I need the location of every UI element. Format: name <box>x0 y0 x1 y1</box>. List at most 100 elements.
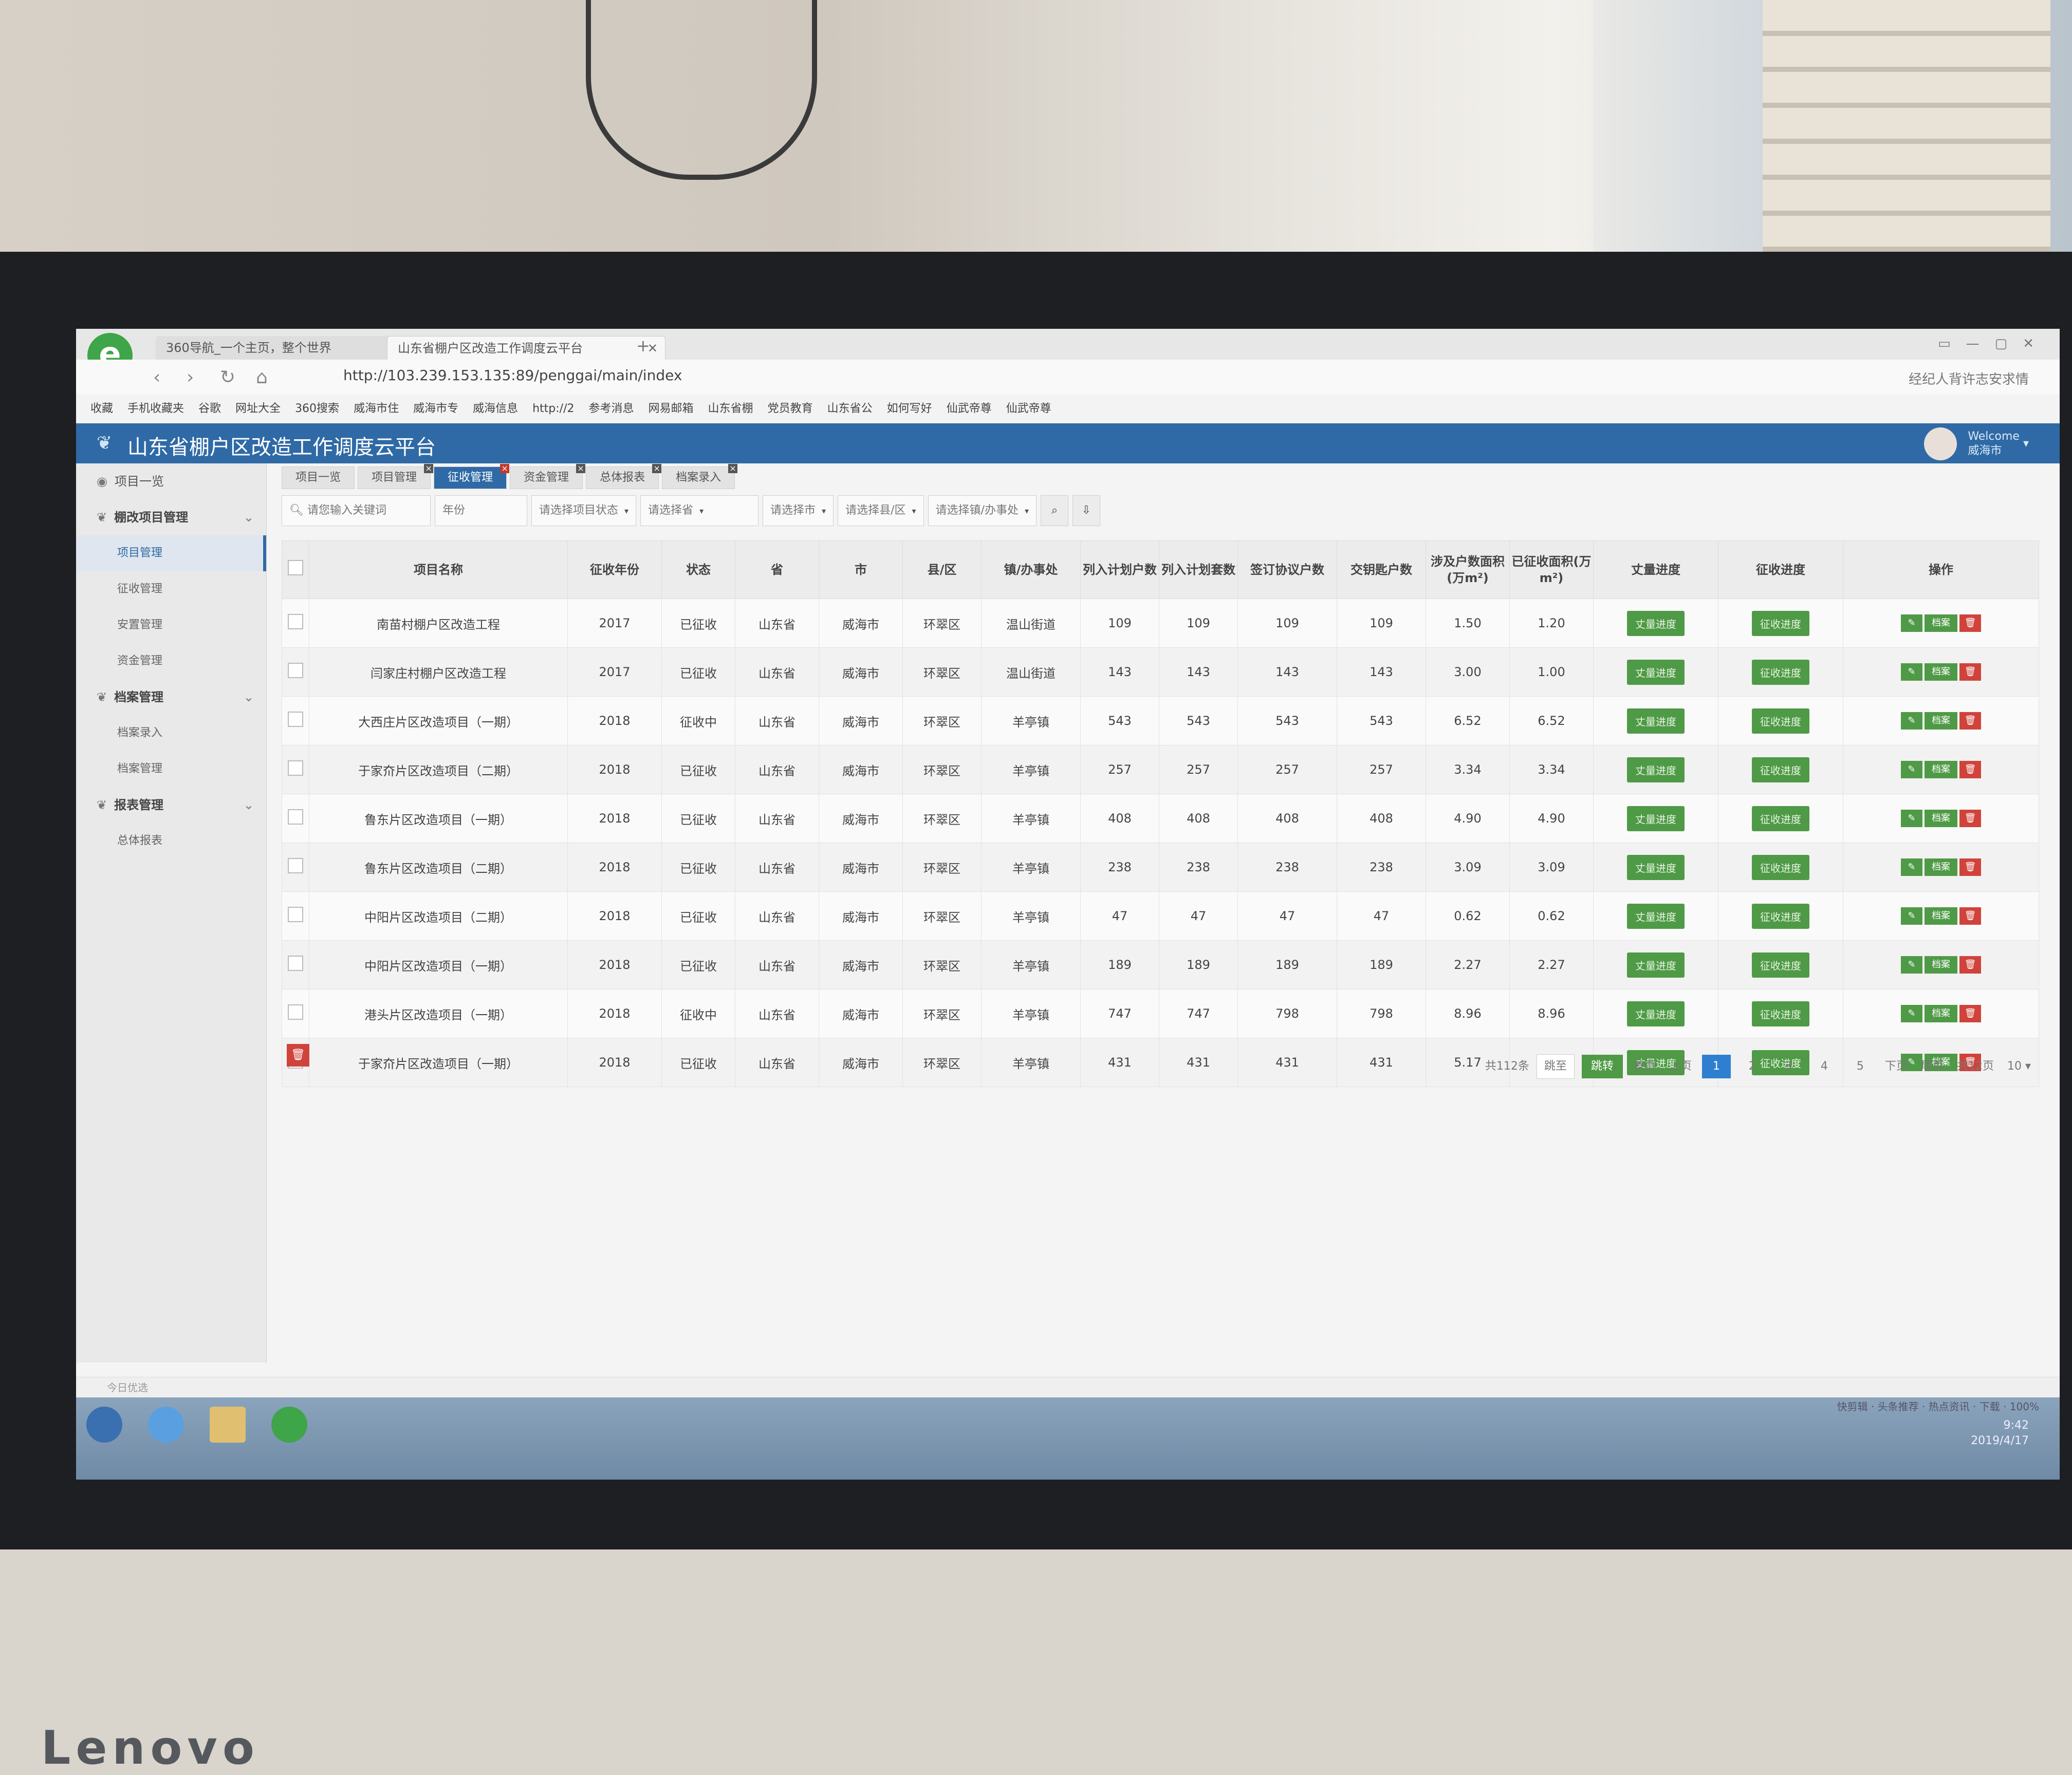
bookmark-item[interactable]: 山东省公 <box>827 395 873 423</box>
sidebar-item-project-management[interactable]: 项目管理 <box>76 535 266 571</box>
news-ticker[interactable]: 经纪人背许志安求情 <box>1909 369 2029 388</box>
collection-progress-button[interactable]: 征收进度 <box>1752 806 1809 831</box>
tab-project[interactable]: 项目管理 × <box>358 464 434 489</box>
delete-icon[interactable]: 🗑︎ <box>1959 761 1981 778</box>
delete-selected-button[interactable]: 🗑︎ <box>287 1044 309 1067</box>
jump-button[interactable]: 跳转 <box>1581 1055 1623 1078</box>
new-tab-icon[interactable]: + <box>636 336 650 356</box>
back-icon[interactable]: ‹ <box>153 367 160 388</box>
sidebar-group-project[interactable]: ❦ 棚改项目管理 ⌄ <box>76 499 266 535</box>
bookmark-item[interactable]: 威海市专 <box>413 395 458 423</box>
row-checkbox[interactable] <box>288 712 303 727</box>
bookmark-item[interactable]: 360搜索 <box>295 395 339 423</box>
delete-icon[interactable]: 🗑︎ <box>1959 712 1981 730</box>
status-item[interactable]: 下载 <box>1979 1400 2000 1413</box>
window-controls[interactable]: ▭—▢✕ <box>1938 336 2049 351</box>
status-item[interactable]: 快剪辑 <box>1837 1400 1868 1413</box>
archive-button[interactable]: 档案 <box>1925 858 1957 876</box>
measure-progress-button[interactable]: 丈量进度 <box>1627 708 1685 734</box>
export-icon[interactable]: ⇩ <box>1072 495 1100 526</box>
archive-button[interactable]: 档案 <box>1925 1005 1957 1022</box>
measure-progress-button[interactable]: 丈量进度 <box>1627 1001 1685 1026</box>
archive-button[interactable]: 档案 <box>1925 614 1957 632</box>
collection-progress-button[interactable]: 征收进度 <box>1752 1001 1809 1026</box>
sidebar-item-resettlement[interactable]: 安置管理 <box>76 607 266 643</box>
town-select[interactable]: 请选择镇/办事处 ▾ <box>928 495 1037 526</box>
edit-icon[interactable]: ✎ <box>1901 712 1922 730</box>
edit-icon[interactable]: ✎ <box>1901 1005 1922 1022</box>
bookmark-item[interactable]: 收藏 <box>90 395 113 423</box>
prev-page-button[interactable]: 上页 <box>1666 1055 1695 1078</box>
sidebar-item-archive-entry[interactable]: 档案录入 <box>76 715 266 751</box>
row-checkbox[interactable] <box>288 760 303 776</box>
measure-progress-button[interactable]: 丈量进度 <box>1627 610 1685 636</box>
delete-icon[interactable]: 🗑︎ <box>1959 858 1981 876</box>
city-select[interactable]: 请选择市 ▾ <box>763 495 834 526</box>
collection-progress-button[interactable]: 征收进度 <box>1752 659 1809 685</box>
delete-icon[interactable]: 🗑︎ <box>1959 907 1981 925</box>
sidebar-item-funds[interactable]: 资金管理 <box>76 643 266 679</box>
browser-taskbar-icon[interactable] <box>271 1407 307 1443</box>
delete-icon[interactable]: 🗑︎ <box>1959 956 1981 974</box>
province-select[interactable]: 请选择省 ▾ <box>640 495 759 526</box>
collection-progress-button[interactable]: 征收进度 <box>1752 952 1809 978</box>
measure-progress-button[interactable]: 丈量进度 <box>1627 903 1685 929</box>
delete-icon[interactable]: 🗑︎ <box>1959 810 1981 827</box>
next-page-button[interactable]: 下页 <box>1882 1055 1911 1078</box>
measure-progress-button[interactable]: 丈量进度 <box>1627 659 1685 685</box>
measure-progress-button[interactable]: 丈量进度 <box>1627 952 1685 978</box>
page-button[interactable]: 4 <box>1810 1055 1839 1078</box>
first-page-button[interactable]: 首页 <box>1630 1055 1659 1078</box>
tab-collection[interactable]: 征收管理 × <box>434 464 510 489</box>
row-checkbox[interactable] <box>288 1004 303 1020</box>
archive-button[interactable]: 档案 <box>1925 663 1957 681</box>
collection-progress-button[interactable]: 征收进度 <box>1752 854 1809 880</box>
measure-progress-button[interactable]: 丈量进度 <box>1627 806 1685 831</box>
year-input[interactable]: 年份 <box>435 495 527 526</box>
bookmark-item[interactable]: 仙武帝尊 <box>947 395 992 423</box>
page-button[interactable]: 5 <box>1846 1055 1875 1078</box>
row-checkbox[interactable] <box>288 907 303 922</box>
row-checkbox[interactable] <box>288 663 303 678</box>
bookmark-item[interactable]: 谷歌 <box>198 395 221 423</box>
select-all-checkbox[interactable] <box>288 560 303 575</box>
close-icon[interactable]: × <box>652 464 662 473</box>
ie-icon[interactable] <box>148 1407 184 1443</box>
status-item[interactable]: 100% <box>2010 1400 2039 1413</box>
collection-progress-button[interactable]: 征收进度 <box>1752 708 1809 734</box>
row-checkbox[interactable] <box>288 858 303 873</box>
measure-progress-button[interactable]: 丈量进度 <box>1627 854 1685 880</box>
sidebar-item-overview[interactable]: ◉ 项目一览 <box>76 463 266 499</box>
edit-icon[interactable]: ✎ <box>1901 761 1922 778</box>
home-icon[interactable]: ⌂ <box>256 367 268 388</box>
bookmark-item[interactable]: 党员教育 <box>768 395 813 423</box>
bookmark-item[interactable]: 仙武帝尊 <box>1006 395 1051 423</box>
tab-report[interactable]: 总体报表 × <box>586 464 662 489</box>
archive-button[interactable]: 档案 <box>1925 956 1957 974</box>
bookmark-item[interactable]: 山东省棚 <box>708 395 753 423</box>
edit-icon[interactable]: ✎ <box>1901 858 1922 876</box>
address-bar[interactable]: http://103.239.153.135:89/penggai/main/i… <box>343 367 682 384</box>
page-button[interactable]: 1 <box>1701 1055 1731 1078</box>
tab-overview[interactable]: 项目一览 <box>282 466 355 489</box>
delete-icon[interactable]: 🗑︎ <box>1959 663 1981 681</box>
archive-button[interactable]: 档案 <box>1925 712 1957 730</box>
sidebar-group-archive[interactable]: ❦ 档案管理 ⌄ <box>76 679 266 715</box>
folder-icon[interactable] <box>210 1407 246 1443</box>
bookmark-item[interactable]: 手机收藏夹 <box>127 395 184 423</box>
start-button-icon[interactable] <box>86 1407 122 1443</box>
reload-icon[interactable]: ↻ <box>220 367 235 388</box>
row-checkbox[interactable] <box>288 956 303 971</box>
sidebar-item-overall-report[interactable]: 总体报表 <box>76 823 266 859</box>
tab-archive-entry[interactable]: 档案录入 × <box>662 464 738 489</box>
archive-button[interactable]: 档案 <box>1925 810 1957 827</box>
bookmark-item[interactable]: 网易邮箱 <box>649 395 694 423</box>
status-item[interactable]: 热点资讯 <box>1929 1400 1970 1413</box>
status-item[interactable]: 头条推荐 <box>1878 1400 1919 1413</box>
county-select[interactable]: 请选择县/区 ▾ <box>838 495 924 526</box>
close-icon[interactable]: × <box>500 464 510 473</box>
edit-icon[interactable]: ✎ <box>1901 810 1922 827</box>
delete-icon[interactable]: 🗑︎ <box>1959 614 1981 632</box>
user-menu[interactable]: Welcome 威海市 ▾ <box>1924 427 2029 460</box>
close-icon[interactable]: × <box>576 464 586 473</box>
